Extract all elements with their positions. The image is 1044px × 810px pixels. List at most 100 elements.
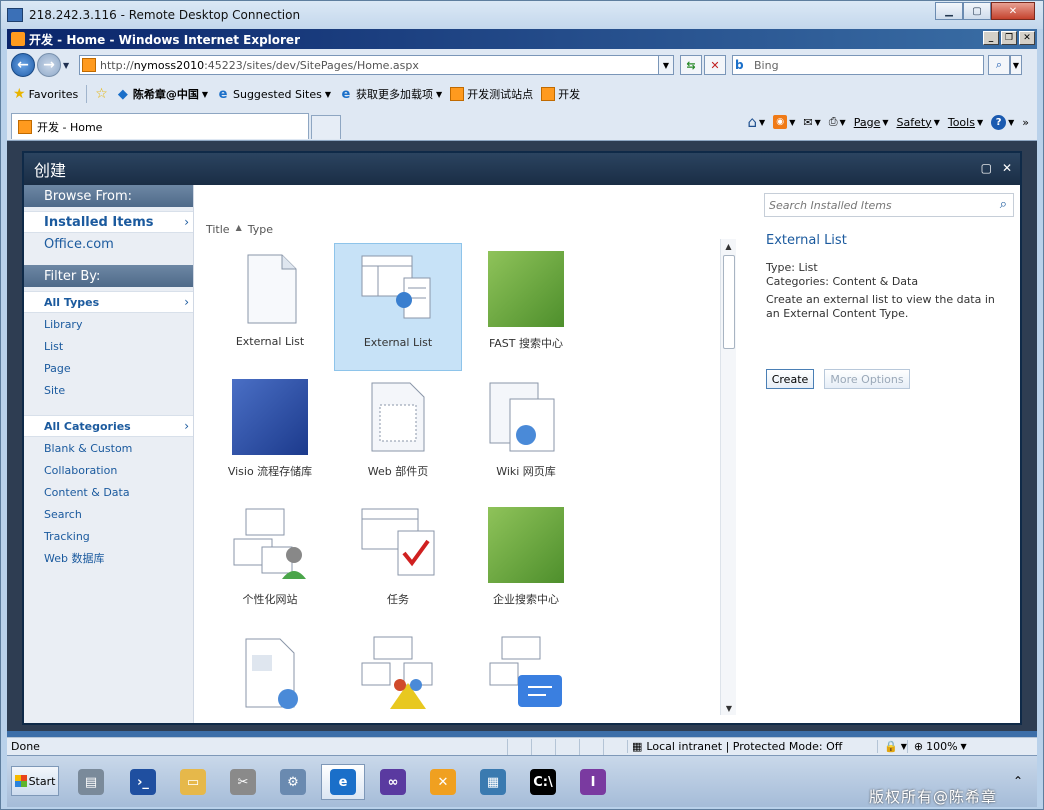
create-button[interactable]: Create (766, 369, 814, 389)
taskbar-config-tool[interactable]: ✕ (421, 764, 465, 800)
tile-team-site[interactable] (334, 627, 462, 755)
site-favicon-icon (18, 119, 32, 134)
search-icon[interactable]: ⌕ (1000, 197, 1007, 212)
status-cell (579, 738, 603, 755)
ie-window-title: 开发 - Home - Windows Internet Explorer (29, 32, 300, 47)
ie-icon: e (341, 86, 351, 102)
tile-tasks[interactable]: 任务 (334, 499, 462, 627)
nav-installed-items[interactable]: Installed Items › (24, 211, 193, 233)
tile-enterprise-search[interactable]: 企业搜索中心 (462, 499, 590, 627)
detail-categories: Categories: Content & Data (766, 275, 919, 288)
security-zone[interactable]: ▦ Local intranet | Protected Mode: Off (627, 740, 877, 753)
tile-external-list-doc[interactable]: External List (206, 243, 334, 371)
taskbar-visual-studio[interactable]: ∞ (371, 764, 415, 800)
nav-library[interactable]: Library (24, 313, 193, 335)
nav-blank-custom[interactable]: Blank & Custom (24, 437, 193, 459)
rdp-window-controls: ▁ ▢ ✕ (935, 2, 1035, 20)
zoom-control[interactable]: ⊕ 100% ▼ (906, 740, 967, 753)
close-button[interactable]: ✕ (991, 2, 1035, 20)
address-dropdown[interactable]: ▼ (658, 55, 674, 75)
nav-all-categories[interactable]: All Categories › (24, 415, 193, 437)
print-button[interactable]: ⎙ ▼ (829, 115, 846, 129)
taskbar-explorer[interactable]: ▭ (171, 764, 215, 800)
nav-web-database[interactable]: Web 数据库 (24, 547, 193, 569)
scroll-thumb[interactable] (723, 255, 735, 349)
scroll-up-icon[interactable]: ▲ (721, 239, 736, 253)
system-tray[interactable]: ⌃ (1003, 766, 1033, 796)
taskbar-internet-explorer[interactable]: e (321, 764, 365, 800)
search-go-button[interactable]: ⌕ (988, 55, 1010, 75)
tile-discussion-board[interactable] (462, 627, 590, 755)
safety-menu[interactable]: Safety ▼ (897, 116, 940, 129)
taskbar-services[interactable]: ⚙ (271, 764, 315, 800)
protected-mode-toggle[interactable]: 🔒 ▼ (877, 740, 907, 753)
chevron-down-icon: ▼ (960, 742, 967, 751)
tools-menu[interactable]: Tools ▼ (948, 116, 983, 129)
maximize-button[interactable]: ▢ (963, 2, 991, 20)
maximize-icon[interactable]: ▢ (981, 161, 992, 175)
more-options-button[interactable]: More Options (824, 369, 910, 389)
search-input[interactable]: b Bing (732, 55, 984, 75)
new-tab-button[interactable] (311, 115, 341, 139)
address-bar[interactable]: http://nymoss2010:45223/sites/dev/SitePa… (79, 55, 659, 75)
taskbar-infopath[interactable]: I (571, 764, 615, 800)
nav-list[interactable]: List (24, 335, 193, 357)
nav-page[interactable]: Page (24, 357, 193, 379)
tile-fast-search-center[interactable]: FAST 搜索中心 (462, 243, 590, 371)
sort-by-type[interactable]: Type (248, 223, 273, 236)
nav-office-com[interactable]: Office.com (24, 233, 193, 255)
help-button[interactable]: ? ▼ (991, 114, 1014, 130)
infinity-icon: ∞ (380, 769, 406, 795)
tile-visio-repository[interactable]: Visio 流程存储库 (206, 371, 334, 499)
copyright-watermark: 版权所有@陈希章 (868, 788, 997, 806)
feeds-button[interactable]: ◉ ▼ (773, 115, 795, 129)
tile-personal-site[interactable]: 个性化网站 (206, 499, 334, 627)
tab-dev-home[interactable]: 开发 - Home (11, 113, 309, 139)
sort-by-title[interactable]: Title (206, 223, 230, 236)
nav-search[interactable]: Search (24, 503, 193, 525)
fav-item-dev-test-site[interactable]: 开发测试站点 (450, 86, 533, 102)
taskbar-server-manager[interactable]: ▤ (69, 764, 113, 800)
ie-minimize-button[interactable]: _ (983, 31, 999, 45)
fav-item-suggested-sites[interactable]: e Suggested Sites ▼ (216, 87, 331, 102)
status-bar: Done ▦ Local intranet | Protected Mode: … (7, 737, 1037, 755)
refresh-button[interactable]: ⇆ (680, 55, 702, 75)
nav-collaboration[interactable]: Collaboration (24, 459, 193, 481)
minimize-button[interactable]: ▁ (935, 2, 963, 20)
taskbar-powershell[interactable]: ›_ (121, 764, 165, 800)
nav-site[interactable]: Site (24, 379, 193, 401)
tile-document-library[interactable] (206, 627, 334, 755)
tile-wiki-library[interactable]: Wiki 网页库 (462, 371, 590, 499)
page-menu[interactable]: Page ▼ (854, 116, 889, 129)
gallery-scrollbar[interactable]: ▲ ▼ (720, 239, 736, 715)
fav-item-chenxizhang[interactable]: ◆ 陈希章@中国 ▼ (116, 86, 208, 102)
forward-button[interactable]: → (37, 53, 61, 77)
left-nav: Browse From: Installed Items › Office.com… (24, 185, 194, 723)
ie-close-button[interactable]: ✕ (1019, 31, 1035, 45)
fav-item-addons[interactable]: e 获取更多加载项 ▼ (339, 86, 443, 102)
taskbar-tools[interactable]: ✂ (221, 764, 265, 800)
search-options-dropdown[interactable]: ▼ (1010, 55, 1022, 75)
favorites-button[interactable]: ★ Favorites (13, 86, 78, 102)
back-button[interactable]: ← (11, 53, 35, 77)
taskbar-sql-tool[interactable]: ▦ (471, 764, 515, 800)
detail-pane: Search Installed Items ⌕ External List T… (754, 185, 1020, 723)
stop-button[interactable]: ✕ (704, 55, 726, 75)
history-dropdown[interactable]: ▼ (63, 61, 75, 70)
tile-web-part-page[interactable]: Web 部件页 (334, 371, 462, 499)
mail-button[interactable]: ✉ ▼ (803, 116, 820, 129)
close-icon[interactable]: ✕ (1002, 161, 1012, 175)
home-button[interactable]: ⌂ ▼ (748, 113, 766, 131)
fav-item-dev[interactable]: 开发 (541, 86, 580, 102)
nav-content-data[interactable]: Content & Data (24, 481, 193, 503)
overflow-chevron[interactable]: » (1022, 116, 1029, 129)
nav-tracking[interactable]: Tracking (24, 525, 193, 547)
add-favorite-icon[interactable]: ☆ (95, 86, 108, 102)
ie-restore-button[interactable]: ❐ (1001, 31, 1017, 45)
tile-external-list[interactable]: External List (334, 243, 462, 371)
scroll-down-icon[interactable]: ▼ (721, 701, 737, 715)
search-installed-input[interactable]: Search Installed Items ⌕ (764, 193, 1014, 217)
taskbar-command-prompt[interactable]: C:\ (521, 764, 565, 800)
nav-all-types[interactable]: All Types › (24, 291, 193, 313)
start-button[interactable]: Start (11, 766, 59, 796)
